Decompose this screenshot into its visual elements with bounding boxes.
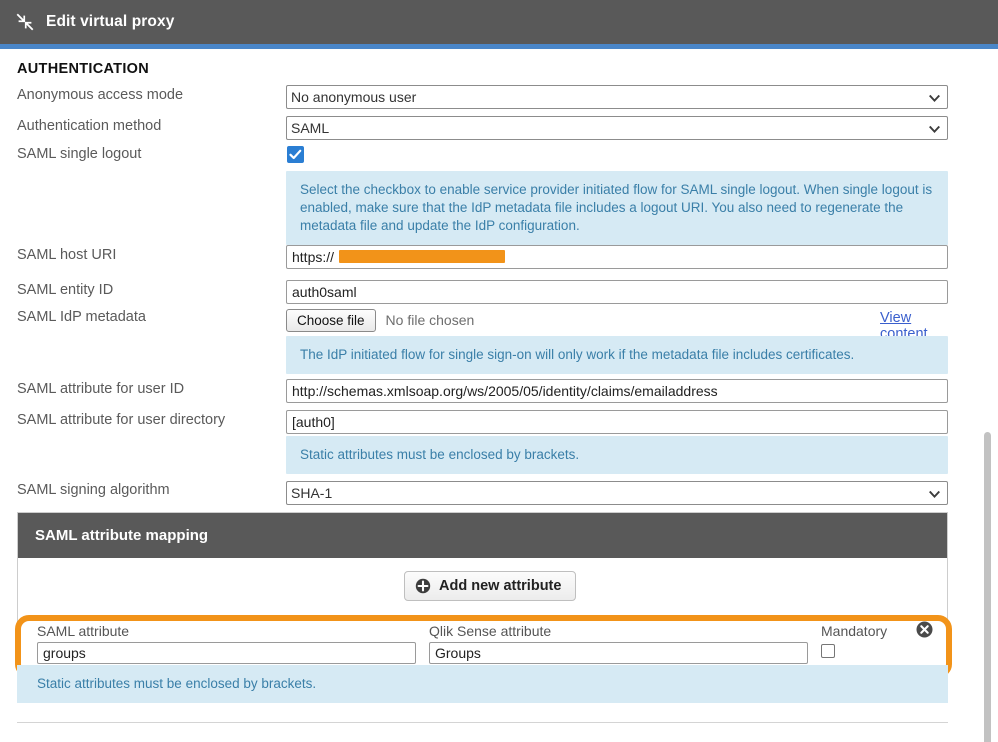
window-title: Edit virtual proxy bbox=[46, 13, 174, 31]
saml-host-uri-wrapper bbox=[286, 245, 948, 269]
label-saml-host-uri: SAML host URI bbox=[17, 247, 116, 263]
column-header-mandatory: Mandatory bbox=[821, 623, 887, 639]
info-saml-idp-metadata: The IdP initiated flow for single sign-o… bbox=[286, 336, 948, 374]
add-new-attribute-label: Add new attribute bbox=[439, 578, 561, 594]
label-anonymous-access-mode: Anonymous access mode bbox=[17, 87, 183, 103]
file-chooser-row: Choose file No file chosen View content bbox=[286, 308, 474, 332]
select-authentication-method-wrapper[interactable]: SAML bbox=[286, 116, 948, 140]
input-saml-host-uri[interactable] bbox=[286, 245, 948, 269]
select-saml-signing-algorithm[interactable]: SHA-1 bbox=[286, 481, 948, 505]
label-saml-signing-algorithm: SAML signing algorithm bbox=[17, 482, 170, 498]
label-saml-single-logout: SAML single logout bbox=[17, 146, 141, 162]
panel-body: Add new attribute SAML attribute Qlik Se… bbox=[18, 558, 947, 680]
checkbox-mandatory-0[interactable] bbox=[821, 644, 835, 658]
select-authentication-method[interactable]: SAML bbox=[286, 116, 948, 140]
column-header-qlik-sense-attribute: Qlik Sense attribute bbox=[429, 623, 551, 639]
label-authentication-method: Authentication method bbox=[17, 118, 161, 134]
input-saml-attribute-user-id[interactable] bbox=[286, 379, 948, 403]
info-attribute-mapping-footer: Static attributes must be enclosed by br… bbox=[17, 665, 948, 703]
saml-attribute-mapping-panel: SAML attribute mapping Add new attribute… bbox=[17, 512, 948, 681]
select-anonymous-access-mode-wrapper[interactable]: No anonymous user bbox=[286, 85, 948, 109]
input-qlik-sense-attribute-0[interactable] bbox=[429, 642, 808, 664]
form-content: AUTHENTICATION Anonymous access mode No … bbox=[0, 49, 998, 742]
checkbox-saml-single-logout[interactable] bbox=[287, 146, 304, 163]
label-saml-attribute-user-directory: SAML attribute for user directory bbox=[17, 412, 225, 428]
section-heading: AUTHENTICATION bbox=[17, 61, 149, 77]
scrollbar-track[interactable] bbox=[986, 216, 995, 693]
choose-file-button[interactable]: Choose file bbox=[286, 309, 376, 332]
select-saml-signing-algorithm-wrapper[interactable]: SHA-1 bbox=[286, 481, 948, 505]
edit-virtual-proxy-page: Edit virtual proxy AUTHENTICATION Anonym… bbox=[0, 0, 998, 742]
label-saml-attribute-user-id: SAML attribute for user ID bbox=[17, 381, 184, 397]
label-saml-entity-id: SAML entity ID bbox=[17, 282, 113, 298]
delete-attribute-icon[interactable] bbox=[916, 621, 933, 638]
info-saml-single-logout: Select the checkbox to enable service pr… bbox=[286, 171, 948, 245]
section-divider bbox=[17, 722, 948, 723]
panel-title: SAML attribute mapping bbox=[18, 513, 947, 558]
input-saml-attribute-0[interactable] bbox=[37, 642, 416, 664]
select-anonymous-access-mode[interactable]: No anonymous user bbox=[286, 85, 948, 109]
input-saml-entity-id[interactable] bbox=[286, 280, 948, 304]
collapse-arrows-icon bbox=[14, 11, 36, 33]
scrollbar-thumb[interactable] bbox=[984, 432, 991, 742]
add-new-attribute-button[interactable]: Add new attribute bbox=[404, 571, 576, 601]
input-saml-attribute-user-directory[interactable] bbox=[286, 410, 948, 434]
no-file-chosen-text: No file chosen bbox=[386, 312, 475, 328]
window-title-bar: Edit virtual proxy bbox=[0, 0, 998, 44]
plus-circle-icon bbox=[415, 578, 431, 594]
info-saml-attribute-user-directory: Static attributes must be enclosed by br… bbox=[286, 436, 948, 474]
column-header-saml-attribute: SAML attribute bbox=[37, 623, 129, 639]
label-saml-idp-metadata: SAML IdP metadata bbox=[17, 309, 146, 325]
